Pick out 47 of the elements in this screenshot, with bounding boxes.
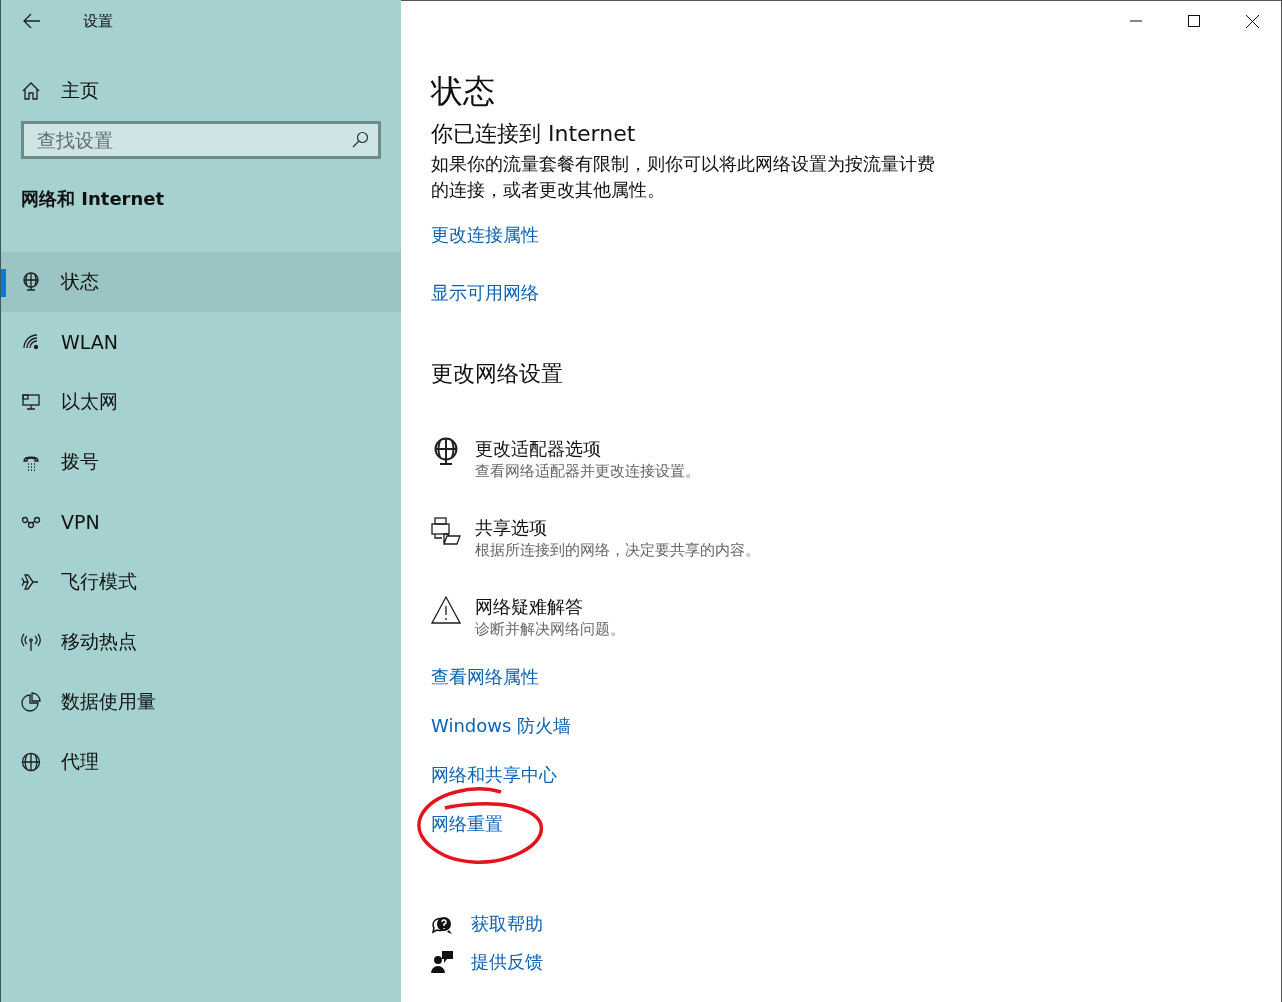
wifi-icon [21, 332, 41, 352]
globe-monitor-icon [21, 272, 41, 292]
nav-item[interactable]: 飞行模式 [1, 552, 401, 612]
help-link[interactable]: 获取帮助 [471, 912, 543, 936]
option-title[interactable]: 共享选项 [475, 516, 760, 540]
option-title[interactable]: 网络疑难解答 [475, 595, 625, 619]
feedback-person-icon [431, 951, 453, 973]
nav-item[interactable]: 代理 [1, 732, 401, 792]
nav-item[interactable]: 移动热点 [1, 612, 401, 672]
hotspot-icon [21, 632, 41, 652]
nav-item[interactable]: 状态 [1, 252, 401, 312]
home-icon [21, 81, 41, 101]
settings-link[interactable]: 查看网络属性 [431, 666, 539, 687]
option-description: 查看网络适配器并更改连接设置。 [475, 461, 700, 482]
warning-icon [431, 595, 461, 625]
window-title: 设置 [83, 11, 113, 31]
nav-item[interactable]: VPN [1, 492, 401, 552]
nav-item[interactable]: 以太网 [1, 372, 401, 432]
printer-folder-icon [431, 516, 461, 546]
home-link[interactable]: 主页 [21, 71, 99, 111]
option-description: 根据所连接到的网络，决定要共享的内容。 [475, 540, 760, 561]
airplane-icon [21, 572, 41, 592]
connection-status: 你已连接到 Internet [431, 120, 636, 148]
description-text: 如果你的流量套餐有限制，则你可以将此网络设置为按流量计费的连接，或者更改其他属性。 [431, 152, 936, 202]
maximize-icon [1188, 15, 1200, 27]
section-heading: 网络和 Internet [21, 187, 165, 211]
ethernet-icon [21, 392, 41, 412]
nav-item[interactable]: WLAN [1, 312, 401, 372]
section-heading: 更改网络设置 [431, 360, 563, 388]
help-link[interactable]: 提供反馈 [471, 950, 543, 974]
option-title[interactable]: 更改适配器选项 [475, 437, 700, 461]
nav-item[interactable]: 拨号 [1, 432, 401, 492]
settings-link[interactable]: 网络和共享中心 [431, 764, 557, 785]
close-icon [1245, 14, 1259, 28]
search-icon [352, 131, 369, 148]
page-title: 状态 [431, 71, 495, 112]
settings-link[interactable]: 网络重置 [431, 813, 503, 834]
option-description: 诊断并解决网络问题。 [475, 619, 625, 640]
nav-item[interactable]: 数据使用量 [1, 672, 401, 732]
pie-chart-icon [21, 692, 41, 712]
search-field[interactable]: 查找设置 [21, 121, 381, 159]
settings-link[interactable]: 显示可用网络 [431, 281, 539, 305]
selection-indicator [1, 269, 6, 297]
minimize-icon [1130, 20, 1142, 22]
settings-link[interactable]: 更改连接属性 [431, 223, 539, 247]
settings-link[interactable]: Windows 防火墙 [431, 715, 572, 736]
globe-icon [21, 752, 41, 772]
